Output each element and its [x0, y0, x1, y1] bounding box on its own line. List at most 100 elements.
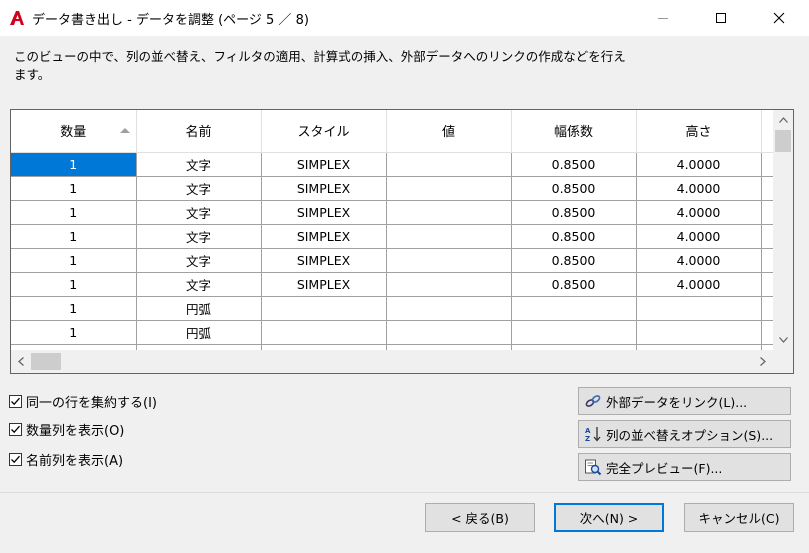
cell-count[interactable]: 1: [11, 248, 137, 273]
checkmark-icon: [11, 397, 20, 406]
cell-height[interactable]: 4.0000: [636, 248, 762, 273]
cell-value[interactable]: [386, 248, 512, 273]
maximize-icon[interactable]: [698, 0, 744, 36]
table-row[interactable]: 1 文字 SIMPLEX 0.8500 4.0000: [11, 248, 773, 273]
cell-value[interactable]: [386, 176, 512, 201]
minimize-icon[interactable]: [640, 0, 686, 36]
cell-style[interactable]: SIMPLEX: [261, 224, 387, 249]
cell-height[interactable]: 4.0000: [636, 176, 762, 201]
show-count-checkbox-row[interactable]: 数量列を表示(O): [9, 420, 124, 439]
column-header-value[interactable]: 値: [386, 110, 512, 153]
column-header-count[interactable]: 数量: [11, 110, 137, 153]
cell-width-factor[interactable]: 0.8500: [511, 152, 637, 177]
table-row[interactable]: 1 文字 SIMPLEX 0.8500 4.0000: [11, 176, 773, 201]
link-external-data-button[interactable]: 外部データをリンク(L)...: [578, 387, 791, 415]
cell-name[interactable]: 文字: [136, 152, 262, 177]
svg-text:Z: Z: [585, 435, 590, 443]
full-preview-button[interactable]: 完全プレビュー(F)...: [578, 453, 791, 481]
cell-name[interactable]: 円弧: [136, 296, 262, 321]
cell-style[interactable]: [261, 320, 387, 345]
cell-overflow: [761, 152, 773, 177]
cell-name[interactable]: 文字: [136, 248, 262, 273]
table-row[interactable]: 1 文字 SIMPLEX 0.8500 4.0000: [11, 200, 773, 225]
cell-height[interactable]: [636, 296, 762, 321]
cell-width-factor[interactable]: [511, 296, 637, 321]
vertical-scrollbar[interactable]: [773, 110, 793, 350]
table-row[interactable]: 1円弧: [11, 320, 773, 345]
combine-rows-checkbox[interactable]: [9, 395, 22, 408]
cell-count[interactable]: 1: [11, 296, 137, 321]
cell-height[interactable]: 4.0000: [636, 152, 762, 177]
cell-value[interactable]: [386, 224, 512, 249]
cell-value[interactable]: [386, 152, 512, 177]
cell-name[interactable]: 文字: [136, 224, 262, 249]
table-row[interactable]: 1 文字 SIMPLEX 0.8500 4.0000: [11, 224, 773, 249]
cell-width-factor[interactable]: 0.8500: [511, 176, 637, 201]
scroll-left-icon[interactable]: [11, 350, 31, 373]
cell-style[interactable]: SIMPLEX: [261, 176, 387, 201]
cell-name[interactable]: 文字: [136, 200, 262, 225]
cell-width-factor[interactable]: 0.8500: [511, 224, 637, 249]
next-button[interactable]: 次へ(N) >: [554, 503, 664, 532]
show-name-checkbox[interactable]: [9, 453, 22, 466]
cell-count[interactable]: 1: [11, 176, 137, 201]
cell-overflow: [761, 200, 773, 225]
cell-count[interactable]: 1: [11, 320, 137, 345]
cell-height[interactable]: 4.0000: [636, 224, 762, 249]
cell-overflow: [761, 296, 773, 321]
cell-overflow: [761, 248, 773, 273]
show-count-checkbox[interactable]: [9, 423, 22, 436]
scroll-up-icon[interactable]: [773, 110, 793, 130]
show-name-checkbox-row[interactable]: 名前列を表示(A): [9, 450, 123, 469]
svg-text:A: A: [585, 427, 591, 435]
cell-count[interactable]: 1: [11, 272, 137, 297]
cell-name[interactable]: 円弧: [136, 320, 262, 345]
cell-height[interactable]: [636, 320, 762, 345]
cancel-button[interactable]: キャンセル(C): [684, 503, 794, 532]
table-row[interactable]: 1 文字 SIMPLEX 0.8500 4.0000: [11, 152, 773, 177]
column-header-name[interactable]: 名前: [136, 110, 262, 153]
preview-magnifier-icon: [583, 457, 603, 477]
table-row[interactable]: 1円弧: [11, 296, 773, 321]
link-external-data-label: 外部データをリンク(L)...: [606, 394, 748, 410]
vertical-scroll-thumb[interactable]: [775, 130, 791, 152]
cell-count[interactable]: 1: [11, 200, 137, 225]
column-header-style[interactable]: スタイル: [261, 110, 387, 153]
close-icon[interactable]: [756, 0, 802, 36]
horizontal-scrollbar[interactable]: [11, 350, 773, 373]
data-grid[interactable]: 数量 名前 スタイル 値 幅係数 高さ 1 文字 SIMPLEX 0.8500 4.00…: [10, 109, 794, 374]
window-title: データ書き出し - データを調整 (ページ 5 ／ 8): [32, 13, 309, 28]
cell-width-factor[interactable]: 0.8500: [511, 272, 637, 297]
cell-style[interactable]: SIMPLEX: [261, 152, 387, 177]
show-name-label: 名前列を表示(A): [26, 454, 124, 469]
cell-height[interactable]: 4.0000: [636, 200, 762, 225]
cell-style[interactable]: SIMPLEX: [261, 272, 387, 297]
cell-width-factor[interactable]: 0.8500: [511, 248, 637, 273]
cell-value[interactable]: [386, 200, 512, 225]
cell-count[interactable]: 1: [11, 224, 137, 249]
cell-count[interactable]: 1: [11, 152, 137, 177]
scroll-right-icon[interactable]: [753, 350, 773, 373]
back-button[interactable]: < 戻る(B): [425, 503, 535, 532]
cell-style[interactable]: [261, 296, 387, 321]
sort-options-button[interactable]: A Z 列の並べ替えオプション(S)...: [578, 420, 791, 448]
scroll-down-icon[interactable]: [773, 330, 793, 350]
header-row: 数量 名前 スタイル 値 幅係数 高さ: [11, 110, 773, 153]
horizontal-scroll-thumb[interactable]: [31, 353, 61, 370]
cell-height[interactable]: 4.0000: [636, 272, 762, 297]
cell-value[interactable]: [386, 272, 512, 297]
cell-style[interactable]: SIMPLEX: [261, 248, 387, 273]
table-row[interactable]: 1 文字 SIMPLEX 0.8500 4.0000: [11, 272, 773, 297]
cell-width-factor[interactable]: 0.8500: [511, 200, 637, 225]
cell-name[interactable]: 文字: [136, 176, 262, 201]
checkmark-icon: [11, 425, 20, 434]
column-header-width-factor[interactable]: 幅係数: [511, 110, 637, 153]
cell-value[interactable]: [386, 320, 512, 345]
cell-value[interactable]: [386, 296, 512, 321]
data-table: 数量 名前 スタイル 値 幅係数 高さ 1 文字 SIMPLEX 0.8500 4.00…: [11, 110, 773, 350]
combine-rows-checkbox-row[interactable]: 同一の行を集約する(I): [9, 392, 157, 411]
cell-width-factor[interactable]: [511, 320, 637, 345]
column-header-height[interactable]: 高さ: [636, 110, 762, 153]
cell-style[interactable]: SIMPLEX: [261, 200, 387, 225]
cell-name[interactable]: 文字: [136, 272, 262, 297]
